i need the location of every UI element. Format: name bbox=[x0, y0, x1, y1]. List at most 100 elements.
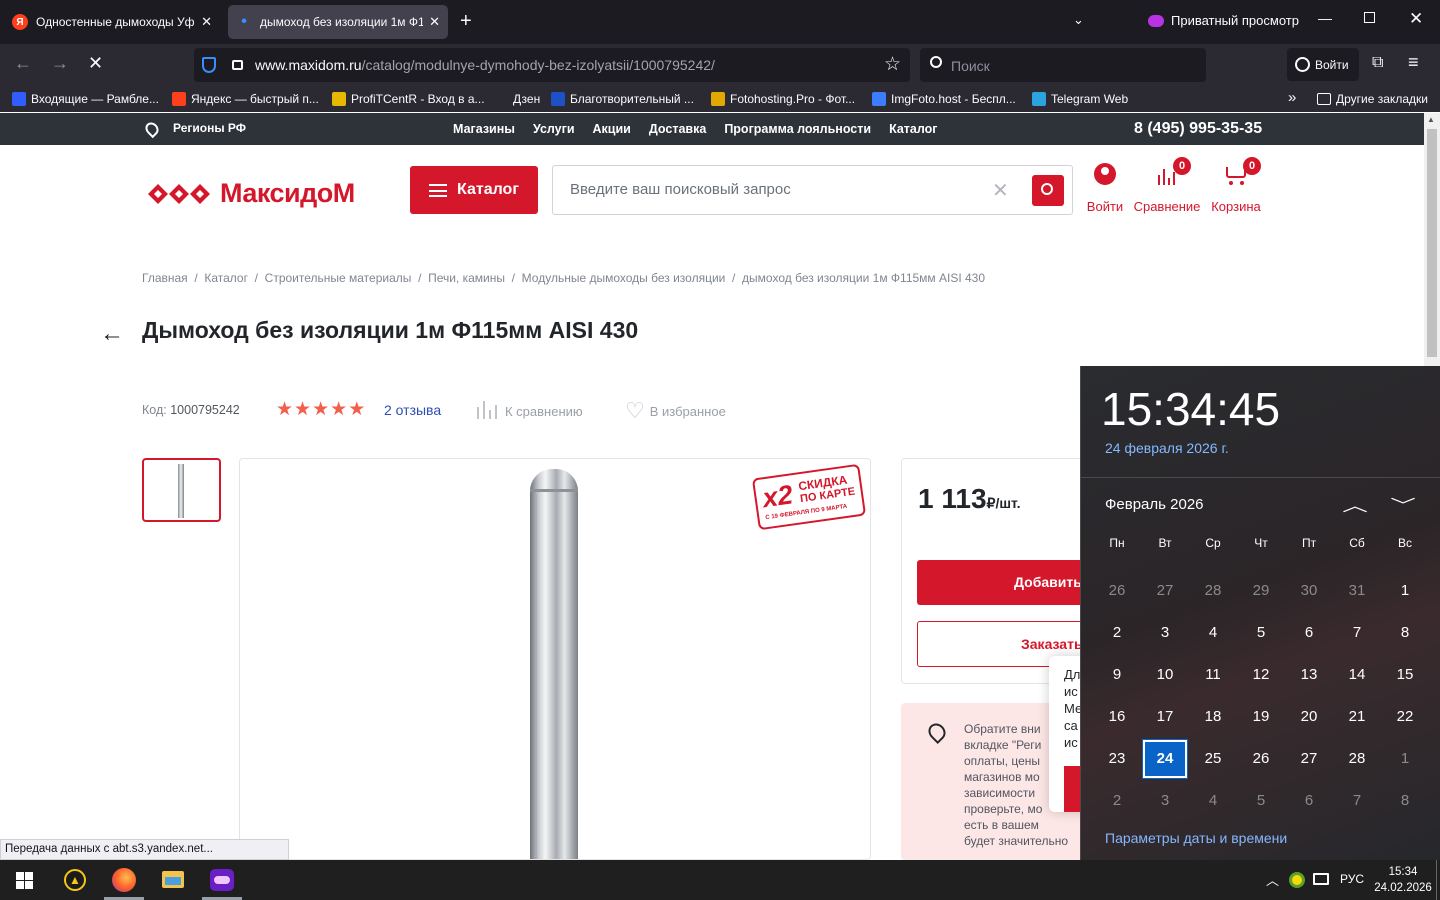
shield-icon[interactable] bbox=[202, 57, 216, 73]
add-to-cart-button[interactable]: Добавить bbox=[917, 560, 1097, 605]
reviews-link[interactable]: 2 отзыва bbox=[384, 402, 441, 418]
calendar-day[interactable]: 7 bbox=[1335, 782, 1379, 820]
nav-promos[interactable]: Акции bbox=[593, 122, 631, 136]
calendar-day[interactable]: 17 bbox=[1143, 698, 1187, 736]
breadcrumb-home[interactable]: Главная bbox=[142, 271, 188, 285]
header-login[interactable]: Войти bbox=[1086, 163, 1124, 214]
nav-loyalty[interactable]: Программа лояльности bbox=[724, 122, 871, 136]
bookmark-item[interactable]: Дзен bbox=[494, 90, 540, 108]
calendar-day[interactable]: 12 bbox=[1239, 656, 1283, 694]
calendar-day[interactable]: 30 bbox=[1287, 572, 1331, 610]
forward-icon[interactable]: → bbox=[51, 53, 69, 74]
calendar-day[interactable]: 22 bbox=[1383, 698, 1427, 736]
breadcrumb-chimneys[interactable]: Модульные дымоходы без изоляции bbox=[522, 271, 726, 285]
bookmark-item[interactable]: ImgFoto.host - Беспл... bbox=[872, 90, 1016, 108]
calendar-month[interactable]: Февраль 2026 bbox=[1105, 496, 1204, 513]
stop-loading-icon[interactable]: ✕ bbox=[88, 53, 103, 74]
calendar-day-selected[interactable]: 24 bbox=[1142, 739, 1188, 779]
tray-chevron-icon[interactable]: ︿ bbox=[1266, 870, 1279, 889]
calendar-day[interactable]: 28 bbox=[1191, 572, 1235, 610]
bookmark-star-icon[interactable]: ☆ bbox=[884, 53, 901, 76]
calendar-day[interactable]: 16 bbox=[1095, 698, 1139, 736]
product-image-frame[interactable]: x2 СКИДКА ПО КАРТЕ С 19 ФЕВРАЛЯ ПО 9 МАР… bbox=[239, 458, 871, 860]
windows-start-icon[interactable] bbox=[16, 872, 33, 889]
url-bar[interactable]: www.maxidom.ru/catalog/modulnye-dymohody… bbox=[194, 48, 910, 82]
bookmark-item[interactable]: Яндекс — быстрый п... bbox=[172, 90, 319, 108]
tab-inactive[interactable]: Я Одностенные дымоходы Уфа - купить в...… bbox=[4, 5, 220, 39]
calendar-day[interactable]: 27 bbox=[1143, 572, 1187, 610]
input-language[interactable]: РУС bbox=[1340, 872, 1364, 886]
back-arrow-icon[interactable]: ← bbox=[100, 320, 124, 348]
calendar-day[interactable]: 5 bbox=[1239, 614, 1283, 652]
firefox-private-icon[interactable] bbox=[210, 869, 234, 891]
calendar-day[interactable]: 21 bbox=[1335, 698, 1379, 736]
add-to-compare[interactable]: К сравнению bbox=[476, 401, 583, 419]
calendar-day[interactable]: 26 bbox=[1095, 572, 1139, 610]
breadcrumb-catalog[interactable]: Каталог bbox=[204, 271, 248, 285]
catalog-button[interactable]: Каталог bbox=[410, 166, 538, 214]
clock-date[interactable]: 24 февраля 2026 г. bbox=[1105, 440, 1229, 456]
add-to-favorites[interactable]: ♡ В избранное bbox=[625, 398, 726, 424]
back-icon[interactable]: ← bbox=[14, 53, 32, 74]
file-explorer-icon[interactable] bbox=[162, 871, 184, 888]
gallery-thumbnail[interactable] bbox=[142, 458, 221, 522]
chevron-down-icon[interactable]: ﹀ bbox=[1390, 492, 1416, 516]
scrollbar-thumb[interactable] bbox=[1427, 129, 1437, 357]
minimize-icon[interactable]: — bbox=[1318, 10, 1332, 26]
calendar-day[interactable]: 25 bbox=[1191, 740, 1235, 778]
calendar-day[interactable]: 7 bbox=[1335, 614, 1379, 652]
header-compare[interactable]: Сравнение bbox=[1132, 163, 1202, 214]
calendar-day[interactable]: 19 bbox=[1239, 698, 1283, 736]
calendar-day[interactable]: 3 bbox=[1143, 614, 1187, 652]
region-selector[interactable]: Регионы РФ bbox=[173, 121, 246, 135]
scroll-up-icon[interactable]: ▲ bbox=[1427, 115, 1435, 124]
chevron-up-icon[interactable]: ︿ bbox=[1342, 492, 1368, 516]
calendar-day[interactable]: 10 bbox=[1143, 656, 1187, 694]
close-tab-icon[interactable]: ✕ bbox=[429, 14, 440, 30]
nav-stores[interactable]: Магазины bbox=[453, 122, 515, 136]
calendar-day[interactable]: 27 bbox=[1287, 740, 1331, 778]
calendar-day[interactable]: 2 bbox=[1095, 782, 1139, 820]
tab-list-icon[interactable]: ⌄ bbox=[1073, 12, 1084, 28]
nav-delivery[interactable]: Доставка bbox=[649, 122, 706, 136]
calendar-day[interactable]: 26 bbox=[1239, 740, 1283, 778]
calendar-day[interactable]: 28 bbox=[1335, 740, 1379, 778]
bookmark-item[interactable]: Fotohosting.Pro - Фот... bbox=[711, 90, 855, 108]
breadcrumb-stoves[interactable]: Печи, камины bbox=[428, 271, 505, 285]
bookmark-item[interactable]: Входящие — Рамбле... bbox=[12, 90, 159, 108]
browser-search-field[interactable]: Поиск bbox=[920, 48, 1206, 82]
new-tab-icon[interactable]: + bbox=[460, 10, 472, 33]
bookmark-item[interactable]: Telegram Web bbox=[1032, 90, 1128, 108]
calendar-day[interactable]: 14 bbox=[1335, 656, 1379, 694]
calendar-day[interactable]: 13 bbox=[1287, 656, 1331, 694]
search-submit-button[interactable] bbox=[1032, 175, 1064, 206]
calendar-day[interactable]: 31 bbox=[1335, 572, 1379, 610]
calendar-day[interactable]: 15 bbox=[1383, 656, 1427, 694]
phone-number[interactable]: 8 (495) 995-35-35 bbox=[1134, 120, 1262, 138]
close-window-icon[interactable]: ✕ bbox=[1409, 9, 1423, 29]
site-logo[interactable]: МаксидоМ bbox=[148, 178, 355, 209]
url-text[interactable]: www.maxidom.ru/catalog/modulnye-dymohody… bbox=[255, 57, 715, 73]
site-search-input[interactable]: Введите ваш поисковый запрос ✕ bbox=[552, 165, 1073, 215]
calendar-day[interactable]: 3 bbox=[1143, 782, 1187, 820]
calendar-day[interactable]: 4 bbox=[1191, 614, 1235, 652]
other-bookmarks[interactable]: Другие закладки bbox=[1317, 90, 1428, 108]
calendar-day[interactable]: 8 bbox=[1383, 782, 1427, 820]
app-icon[interactable]: ▲ bbox=[64, 869, 86, 891]
calendar-day[interactable]: 1 bbox=[1383, 572, 1427, 610]
tray-app-icon[interactable] bbox=[1289, 872, 1305, 888]
calendar-day[interactable]: 8 bbox=[1383, 614, 1427, 652]
date-time-settings-link[interactable]: Параметры даты и времени bbox=[1105, 830, 1287, 846]
calendar-day[interactable]: 11 bbox=[1191, 656, 1235, 694]
extensions-icon[interactable]: ⧉ bbox=[1372, 54, 1383, 72]
calendar-day[interactable]: 4 bbox=[1191, 782, 1235, 820]
calendar-day[interactable]: 29 bbox=[1239, 572, 1283, 610]
network-icon[interactable] bbox=[1313, 873, 1329, 885]
lock-icon[interactable] bbox=[232, 60, 243, 70]
calendar-day[interactable]: 20 bbox=[1287, 698, 1331, 736]
calendar-day[interactable]: 9 bbox=[1095, 656, 1139, 694]
account-login-button[interactable]: Войти bbox=[1287, 48, 1359, 81]
clear-search-icon[interactable]: ✕ bbox=[992, 178, 1009, 203]
nav-catalog[interactable]: Каталог bbox=[889, 122, 937, 136]
calendar-day[interactable]: 6 bbox=[1287, 782, 1331, 820]
